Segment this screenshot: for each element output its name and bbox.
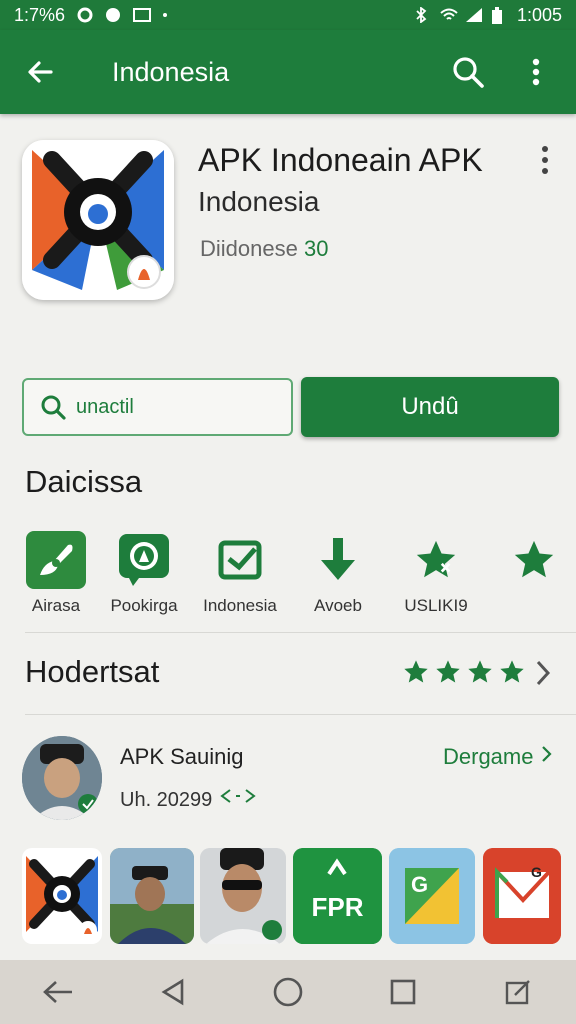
- status-time-left: 1:7%6: [14, 4, 66, 25]
- review-item[interactable]: APK Sauinig Uh. 20299 Dergame: [0, 736, 576, 826]
- chevron-right-icon: [541, 746, 552, 762]
- thumbnail-photo[interactable]: [110, 848, 194, 944]
- fpr-label: FPR: [311, 892, 364, 922]
- star-icon: [406, 530, 466, 590]
- chevron-right-icon[interactable]: [532, 658, 554, 693]
- system-nav-bar: [0, 960, 576, 1024]
- categories-title: Daicissa: [25, 464, 143, 499]
- star-icon: [436, 660, 460, 683]
- category-item[interactable]: Pookirga: [94, 530, 194, 616]
- category-label: Airasa: [31, 596, 81, 615]
- thumbnail-app-logo[interactable]: [22, 848, 102, 944]
- notification-circle-icon: [77, 7, 93, 23]
- app-meta-label: Diidonese: [200, 236, 298, 261]
- category-label: Indonesia: [203, 596, 277, 615]
- signal-icon: [465, 7, 482, 23]
- star-icon: [404, 660, 428, 683]
- brush-icon: [26, 530, 86, 590]
- search-icon[interactable]: [448, 52, 488, 92]
- mail-g-label: G: [531, 864, 542, 880]
- screenshot-strip: FPR G G: [0, 848, 576, 946]
- nav-recents-icon[interactable]: [373, 967, 433, 1017]
- categories-row: Airasa Pookirga Indonesia Avoeb USLIKI9: [0, 530, 576, 620]
- star-icon: [500, 660, 524, 683]
- compass-icon: [114, 530, 174, 590]
- app-meta-value: 30: [303, 236, 329, 261]
- bluetooth-icon: [413, 6, 429, 24]
- image-notification-icon: [133, 7, 152, 23]
- app-bar-title: Indonesia: [112, 56, 230, 87]
- avatar: [22, 736, 102, 820]
- more-vert-icon[interactable]: [516, 52, 556, 92]
- status-time-right: 1:005: [516, 4, 562, 25]
- app-icon: [22, 140, 174, 300]
- battery-icon: [491, 7, 507, 24]
- secondary-button[interactable]: unactil: [22, 378, 293, 436]
- app-bar: Indonesia: [0, 30, 576, 114]
- category-label: Avoeb: [314, 596, 362, 615]
- thumbnail-fpr-app[interactable]: FPR: [293, 848, 382, 944]
- ratings-title: Hodertsat: [25, 654, 160, 689]
- reviewer-name: APK Sauinig: [120, 744, 244, 769]
- review-link[interactable]: Dergame: [443, 744, 554, 770]
- app-developer[interactable]: Indonesia: [198, 186, 319, 218]
- category-item[interactable]: USLIKI9: [386, 530, 486, 616]
- dot-icon: [161, 7, 177, 23]
- category-label: USLIKI9: [404, 596, 468, 615]
- ratings-row[interactable]: Hodertsat: [0, 650, 576, 700]
- notification-app-icon: [105, 7, 121, 23]
- divider: [25, 714, 576, 715]
- secondary-button-label: unactil: [76, 395, 134, 418]
- g-label: G: [411, 872, 429, 897]
- star-icon: [504, 530, 564, 590]
- category-item[interactable]: [484, 530, 576, 596]
- checkbox-icon: [210, 530, 270, 590]
- category-item[interactable]: Airasa: [6, 530, 106, 616]
- nav-clipboard-icon[interactable]: [488, 967, 548, 1017]
- nav-home-icon[interactable]: [258, 967, 318, 1017]
- download-arrow-icon: [308, 530, 368, 590]
- divider: [25, 632, 576, 633]
- app-title: APK Indoneain APK: [198, 142, 483, 178]
- thumbnail-mail-app[interactable]: G: [483, 848, 561, 944]
- app-overflow-menu-icon[interactable]: [530, 140, 560, 180]
- review-meta: Uh. 20299: [120, 786, 258, 812]
- category-item[interactable]: Avoeb: [288, 530, 388, 616]
- category-label: Pookirga: [110, 596, 178, 615]
- expand-arrows-icon: [220, 789, 256, 803]
- review-meta-text: Uh. 20299: [120, 789, 213, 811]
- nav-back-arrow-icon[interactable]: [28, 967, 88, 1017]
- star-icon: [468, 660, 492, 683]
- wifi-icon: [439, 7, 458, 23]
- status-bar: 1:7%6 1:005: [0, 0, 576, 30]
- back-arrow-icon[interactable]: [20, 52, 60, 92]
- app-meta: Diidonese 30: [200, 236, 328, 262]
- nav-back-triangle-icon[interactable]: [143, 967, 203, 1017]
- thumbnail-photo-sunglasses[interactable]: [200, 848, 286, 944]
- category-item[interactable]: Indonesia: [190, 530, 290, 616]
- install-button[interactable]: Undû: [301, 377, 559, 437]
- rating-stars: [402, 658, 526, 686]
- review-link-label: Dergame: [443, 744, 534, 769]
- search-icon: [41, 395, 66, 420]
- thumbnail-g-app[interactable]: G: [389, 848, 475, 944]
